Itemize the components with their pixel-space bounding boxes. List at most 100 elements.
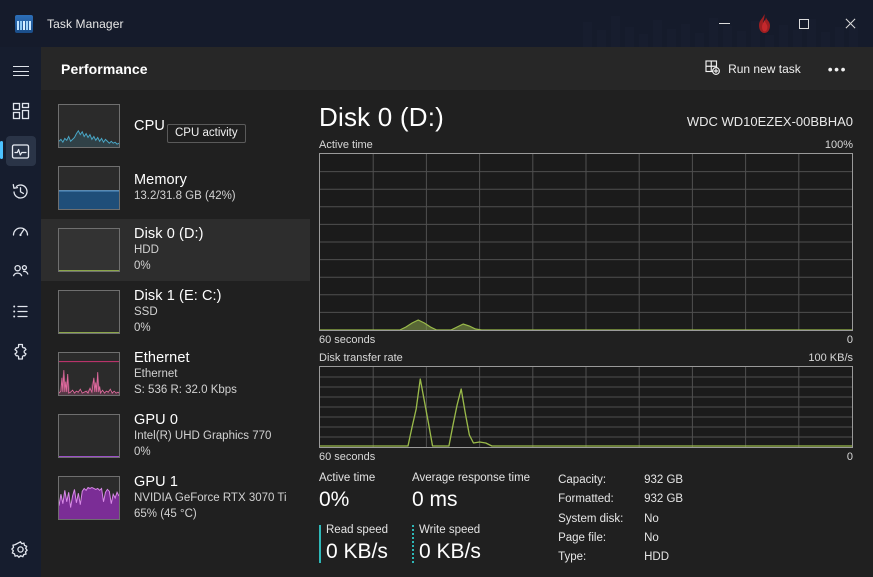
sidebar-item-users[interactable]: [0, 251, 41, 291]
resource-item-disk-1[interactable]: Disk 1 (E: C:) SSD 0%: [41, 281, 310, 343]
sidebar-item-processes[interactable]: [0, 91, 41, 131]
avg-response-value: 0 ms: [412, 487, 458, 511]
resource-item-gpu-0[interactable]: GPU 0 Intel(R) UHD Graphics 770 0%: [41, 405, 310, 467]
gpu-0-text: GPU 0 Intel(R) UHD Graphics 770 0%: [134, 411, 271, 461]
active-time-caption-max: 100%: [824, 139, 853, 151]
clock-history-icon: [6, 176, 36, 206]
transfer-rate-foot-right: 0: [846, 451, 853, 463]
avg-response-label: Average response time: [412, 472, 531, 484]
navigation-rail: [0, 47, 41, 577]
detail-model: WDC WD10EZEX-00BBHA0: [686, 114, 853, 129]
resource-item-ethernet[interactable]: Ethernet Ethernet S: 536 R: 32.0 Kbps: [41, 343, 310, 405]
page-toolbar: Performance Run new task •••: [41, 47, 873, 90]
sidebar-item-details[interactable]: [0, 291, 41, 331]
task-manager-icon: [15, 14, 33, 33]
stat-active-time: Active time 0% Read speed 0 KB/s: [319, 471, 388, 568]
gpu-0-title: GPU 0: [134, 412, 179, 429]
active-time-foot-right: 0: [846, 334, 853, 346]
active-time-caption: Active time 100%: [319, 133, 853, 153]
info-key-type: Type:: [558, 551, 587, 564]
detail-title: Disk 0 (D:): [319, 102, 444, 132]
resource-list[interactable]: CPU Memory 13.2/31.8 GB (42%) Disk 0 (D:…: [41, 90, 310, 577]
transfer-rate-foot-left: 60 seconds: [319, 451, 376, 463]
stat-read-speed: Read speed 0 KB/s: [319, 523, 388, 565]
cpu-text: CPU: [134, 117, 165, 135]
info-row-page-file: Page file: No: [558, 529, 683, 548]
info-value-formatted: 932 GB: [644, 493, 684, 506]
sidebar-item-services[interactable]: [0, 331, 41, 371]
memory-thumbnail-graph: [58, 166, 120, 210]
info-row-formatted: Formatted: 932 GB: [558, 490, 683, 509]
disk-1-thumbnail-graph: [58, 290, 120, 334]
active-time-label: Active time: [319, 472, 376, 484]
info-key-system-disk: System disk:: [558, 512, 624, 525]
sidebar-item-performance[interactable]: [0, 131, 41, 171]
memory-text: Memory 13.2/31.8 GB (42%): [134, 171, 236, 205]
transfer-rate-caption: Disk transfer rate 100 KB/s: [319, 346, 853, 366]
window-body: Performance Run new task ••• CPU Memory …: [0, 47, 873, 577]
disk-0-sub1: HDD: [134, 244, 159, 257]
list-icon: [6, 296, 36, 326]
gpu-1-text: GPU 1 NVIDIA GeForce RTX 3070 Ti 65% (45…: [134, 473, 287, 523]
stat-write-speed: Write speed 0 KB/s: [412, 523, 530, 565]
new-task-icon: [705, 59, 721, 78]
flame-icon: [758, 13, 770, 33]
transfer-rate-graph: [319, 366, 853, 448]
info-key-capacity: Capacity:: [558, 474, 607, 486]
info-row-capacity: Capacity: 932 GB: [558, 471, 683, 490]
disk-1-title: Disk 1 (E: C:): [134, 288, 222, 305]
users-icon: [6, 256, 36, 286]
minimize-icon: [718, 23, 730, 24]
memory-sub: 13.2/31.8 GB (42%): [134, 190, 236, 203]
info-value-page-file: No: [644, 531, 659, 544]
run-new-task-label: Run new task: [728, 61, 801, 76]
memory-title: Memory: [134, 172, 187, 188]
active-time-caption-label: Active time: [319, 139, 373, 151]
cpu-title: CPU: [134, 117, 165, 134]
gear-icon: [6, 534, 36, 564]
grid-icon: [6, 96, 36, 126]
sidebar-item-settings[interactable]: [0, 529, 41, 569]
write-speed-value: 0 KB/s: [419, 540, 481, 564]
ethernet-text: Ethernet Ethernet S: 536 R: 32.0 Kbps: [134, 349, 237, 399]
info-value-type: HDD: [644, 551, 670, 564]
sidebar-item-startup-apps[interactable]: [0, 211, 41, 251]
info-value-system-disk: No: [644, 512, 659, 525]
active-time-footer: 60 seconds 0: [319, 331, 853, 346]
run-new-task-button[interactable]: Run new task: [696, 55, 812, 83]
services-gear-icon: [6, 336, 36, 366]
ethernet-title: Ethernet: [134, 350, 190, 367]
resource-item-disk-0[interactable]: Disk 0 (D:) HDD 0%: [41, 219, 310, 281]
detail-header: Disk 0 (D:) WDC WD10EZEX-00BBHA0: [319, 90, 853, 133]
disk-stats: Active time 0% Read speed 0 KB/s Average…: [319, 463, 853, 568]
title-bar: Task Manager: [0, 0, 873, 47]
content-area: Performance Run new task ••• CPU Memory …: [41, 47, 873, 577]
disk-1-sub1: SSD: [134, 306, 158, 319]
info-row-system-disk: System disk: No: [558, 510, 683, 529]
flame-badge[interactable]: [747, 7, 781, 41]
performance-panes: CPU Memory 13.2/31.8 GB (42%) Disk 0 (D:…: [41, 90, 873, 577]
maximize-button[interactable]: [781, 7, 827, 41]
read-speed-label: Read speed: [326, 524, 389, 537]
resource-item-gpu-1[interactable]: GPU 1 NVIDIA GeForce RTX 3070 Ti 65% (45…: [41, 467, 310, 529]
gpu-1-title: GPU 1: [134, 474, 179, 491]
window-title: Task Manager: [47, 16, 124, 31]
more-options-button[interactable]: •••: [816, 59, 859, 79]
maximize-icon: [799, 18, 809, 29]
hamburger-menu-button[interactable]: [0, 51, 41, 91]
close-button[interactable]: [827, 7, 873, 41]
resource-item-memory[interactable]: Memory 13.2/31.8 GB (42%): [41, 157, 310, 219]
write-speed-label: Write speed: [419, 524, 481, 537]
info-key-formatted: Formatted:: [558, 493, 614, 506]
gpu-0-sub2: 0%: [134, 446, 151, 459]
disk-1-sub2: 0%: [134, 322, 151, 335]
minimize-button[interactable]: [701, 7, 747, 41]
disk-1-text: Disk 1 (E: C:) SSD 0%: [134, 287, 222, 337]
stat-avg-response: Average response time 0 ms Write speed 0…: [412, 471, 530, 568]
gpu-0-sub1: Intel(R) UHD Graphics 770: [134, 430, 272, 443]
speedometer-icon: [6, 216, 36, 246]
sidebar-item-app-history[interactable]: [0, 171, 41, 211]
activity-pulse-icon: [5, 136, 36, 166]
toolbar-actions: Run new task •••: [696, 55, 859, 83]
cpu-activity-tooltip: CPU activity: [167, 124, 246, 143]
